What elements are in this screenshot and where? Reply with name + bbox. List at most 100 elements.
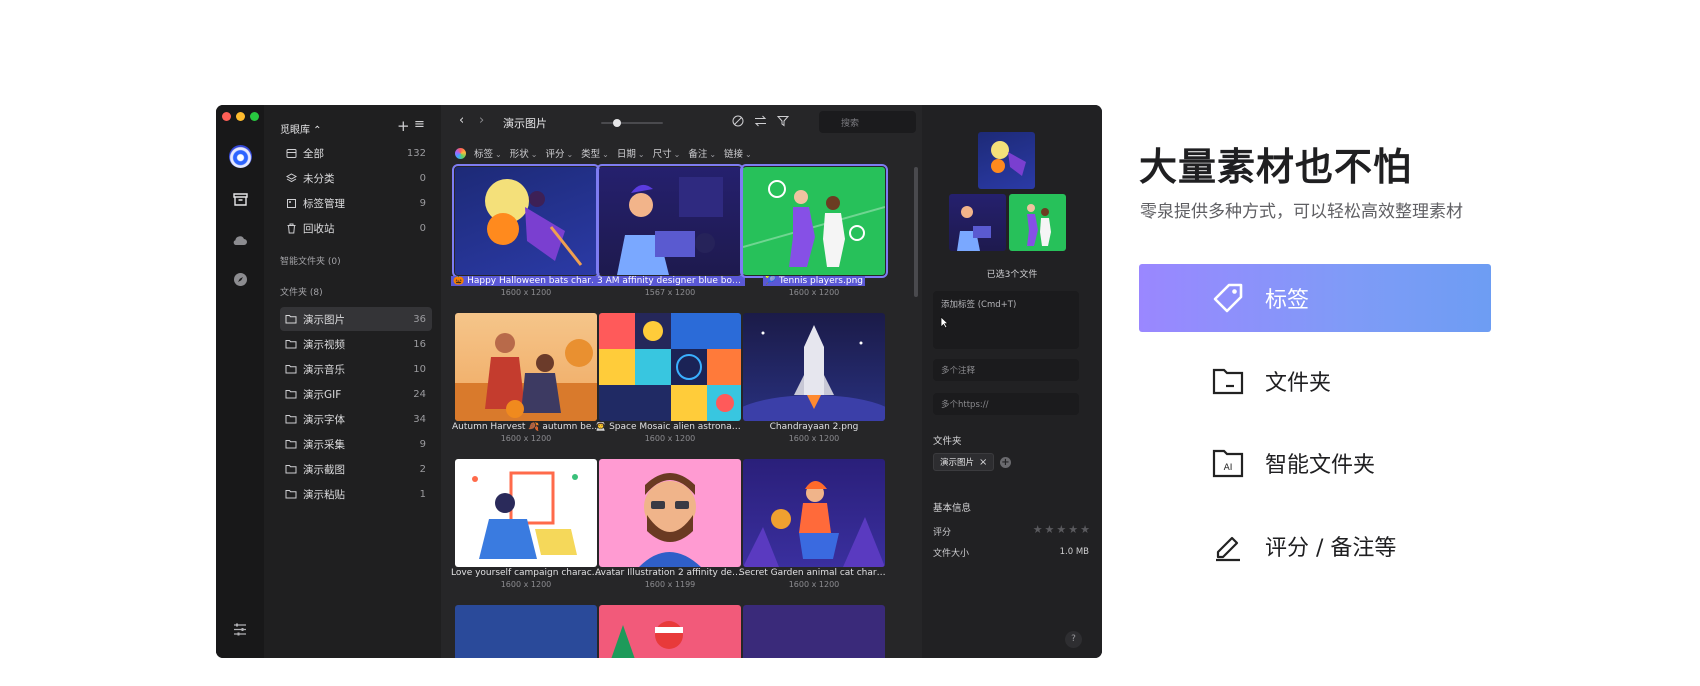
- folder-icon: [284, 462, 298, 476]
- caption: 👨‍🚀 Space Mosaic alien astronaut...: [595, 422, 745, 432]
- thumbnail-chandrayaan[interactable]: [743, 313, 885, 421]
- sidebar-item-count: 0: [419, 222, 426, 234]
- thumbnail-halloween[interactable]: [452, 164, 600, 278]
- library-nav-button[interactable]: [216, 181, 264, 217]
- explore-nav-button[interactable]: [228, 267, 252, 291]
- filter-shape[interactable]: 形状: [510, 146, 538, 160]
- dimensions: 1600 x 1200: [788, 288, 840, 297]
- settings-sliders-button[interactable]: [228, 617, 252, 641]
- dimensions: 1600 x 1200: [500, 288, 552, 297]
- filter-notes[interactable]: 备注: [688, 146, 716, 160]
- smart-folders-heading[interactable]: 智能文件夹 (0): [280, 254, 341, 267]
- thumbnail-autumn[interactable]: [455, 313, 597, 421]
- sidebar-item-label: 标签管理: [303, 197, 345, 210]
- sidebar-item-trash[interactable]: 回收站 0: [280, 216, 432, 240]
- thumbnail-secret-garden[interactable]: [743, 459, 885, 567]
- add-folder-icon[interactable]: +: [1000, 457, 1011, 468]
- sidebar-item-all[interactable]: 全部 132: [280, 141, 432, 165]
- folder-item-screenshots[interactable]: 演示截图 2: [280, 457, 432, 481]
- folder-item-paste[interactable]: 演示粘贴 1: [280, 482, 432, 506]
- dimensions: 1600 x 1200: [644, 434, 696, 443]
- remove-chip-icon[interactable]: ×: [979, 457, 987, 468]
- zoom-slider[interactable]: [601, 119, 663, 127]
- app-logo[interactable]: [229, 145, 252, 168]
- box-icon: [232, 192, 248, 206]
- rating-label: 评分: [933, 528, 952, 538]
- back-icon[interactable]: ‹: [459, 113, 464, 128]
- feature-label: 智能文件夹: [1265, 453, 1376, 478]
- folder-item-collect[interactable]: 演示采集 9: [280, 432, 432, 456]
- dimensions: 1600 x 1200: [500, 434, 552, 443]
- folder-section-label: 文件夹: [933, 436, 962, 447]
- feature-rating-notes[interactable]: 评分 / 备注等: [1139, 512, 1491, 580]
- thumbnail-love-yourself[interactable]: [455, 459, 597, 567]
- page-title: 演示图片: [503, 117, 547, 130]
- folder-chip[interactable]: 演示图片 ×: [933, 453, 995, 471]
- sidebar-item-tags[interactable]: 标签管理 9: [280, 191, 432, 215]
- thumbnail-tennis[interactable]: [740, 164, 888, 278]
- zoom-slider-handle[interactable]: [613, 119, 621, 127]
- hide-icon[interactable]: [732, 115, 744, 127]
- mouse-cursor-icon: [940, 316, 949, 329]
- maximize-window-button[interactable]: [250, 112, 259, 121]
- thumbnail-avatar[interactable]: [599, 459, 741, 567]
- search-input[interactable]: 搜索: [819, 111, 916, 133]
- rating-stars[interactable]: ★★★★★: [1033, 523, 1092, 536]
- folder-item-label: 演示视频: [303, 338, 345, 351]
- thumbnail-space-mosaic[interactable]: [599, 313, 741, 421]
- link-input[interactable]: 多个https://: [933, 393, 1079, 415]
- folder-item-label: 演示字体: [303, 413, 345, 426]
- folder-item-label: 演示GIF: [303, 388, 342, 401]
- folder-item-videos[interactable]: 演示视频 16: [280, 332, 432, 356]
- archive-icon: [284, 146, 298, 160]
- thumbnail-partial[interactable]: [743, 605, 885, 658]
- preview-third: [1009, 194, 1066, 251]
- folder-item-music[interactable]: 演示音乐 10: [280, 357, 432, 381]
- library-switcher[interactable]: 觅眼库 ⌃: [280, 121, 322, 136]
- thumbnail-partial[interactable]: [599, 605, 741, 658]
- main-content: ‹ › 演示图片 搜索 标签 形状 评分 类型 日期 尺寸 备注 链接 🎃 Ha…: [441, 105, 922, 658]
- feature-tags[interactable]: 标签: [1139, 264, 1491, 332]
- thumbnail-3am[interactable]: [596, 164, 744, 278]
- color-filter-icon[interactable]: [455, 147, 466, 159]
- thumbnail-partial[interactable]: [455, 605, 597, 658]
- filter-size[interactable]: 尺寸: [653, 146, 681, 160]
- dimensions: 1600 x 1199: [644, 580, 696, 589]
- feature-label: 标签: [1265, 288, 1310, 313]
- folder-item-count: 1: [419, 488, 426, 500]
- sort-icon[interactable]: [754, 115, 767, 127]
- cloud-icon: [233, 236, 247, 245]
- folder-item-gif[interactable]: 演示GIF 24: [280, 382, 432, 406]
- promo-subline: 零泉提供多种方式，可以轻松高效整理素材: [1140, 202, 1463, 222]
- cloud-nav-button[interactable]: [228, 228, 252, 252]
- filter-type[interactable]: 类型: [581, 146, 609, 160]
- app-window: 觅眼库 ⌃ + ≡ 全部 132 未分类 0 标签管理 9 回收站 0 智能文件…: [216, 105, 1102, 658]
- sidebar-item-uncategorized[interactable]: 未分类 0: [280, 166, 432, 190]
- dimensions: 1600 x 1200: [788, 434, 840, 443]
- filter-date[interactable]: 日期: [617, 146, 645, 160]
- menu-icon[interactable]: ≡: [414, 117, 425, 132]
- filter-tags[interactable]: 标签: [474, 146, 502, 160]
- folders-heading[interactable]: 文件夹 (8): [280, 285, 323, 298]
- forward-icon[interactable]: ›: [479, 113, 484, 128]
- add-icon[interactable]: +: [397, 117, 410, 135]
- filter-rating[interactable]: 评分: [545, 146, 573, 160]
- caption: Love yourself campaign charact...: [451, 568, 601, 578]
- feature-folder[interactable]: 文件夹: [1139, 347, 1491, 415]
- tag-input[interactable]: 添加标签 (Cmd+T): [933, 291, 1079, 349]
- filter-link[interactable]: 链接: [724, 146, 752, 160]
- folder-icon: [284, 437, 298, 451]
- minimize-window-button[interactable]: [236, 112, 245, 121]
- feature-smart-folder[interactable]: AI 智能文件夹: [1139, 429, 1491, 497]
- note-input[interactable]: 多个注释: [933, 359, 1079, 381]
- filter-icon[interactable]: [777, 115, 789, 127]
- preview-second: [949, 194, 1006, 251]
- grid-scrollbar[interactable]: [914, 167, 918, 297]
- caption: 🎃 Happy Halloween bats charac...: [451, 276, 601, 286]
- dimensions: 1600 x 1200: [788, 580, 840, 589]
- folder-item-images[interactable]: 演示图片 36: [280, 307, 432, 331]
- folder-item-count: 16: [413, 338, 426, 350]
- folder-item-fonts[interactable]: 演示字体 34: [280, 407, 432, 431]
- close-window-button[interactable]: [222, 112, 231, 121]
- help-button[interactable]: ?: [1065, 631, 1082, 648]
